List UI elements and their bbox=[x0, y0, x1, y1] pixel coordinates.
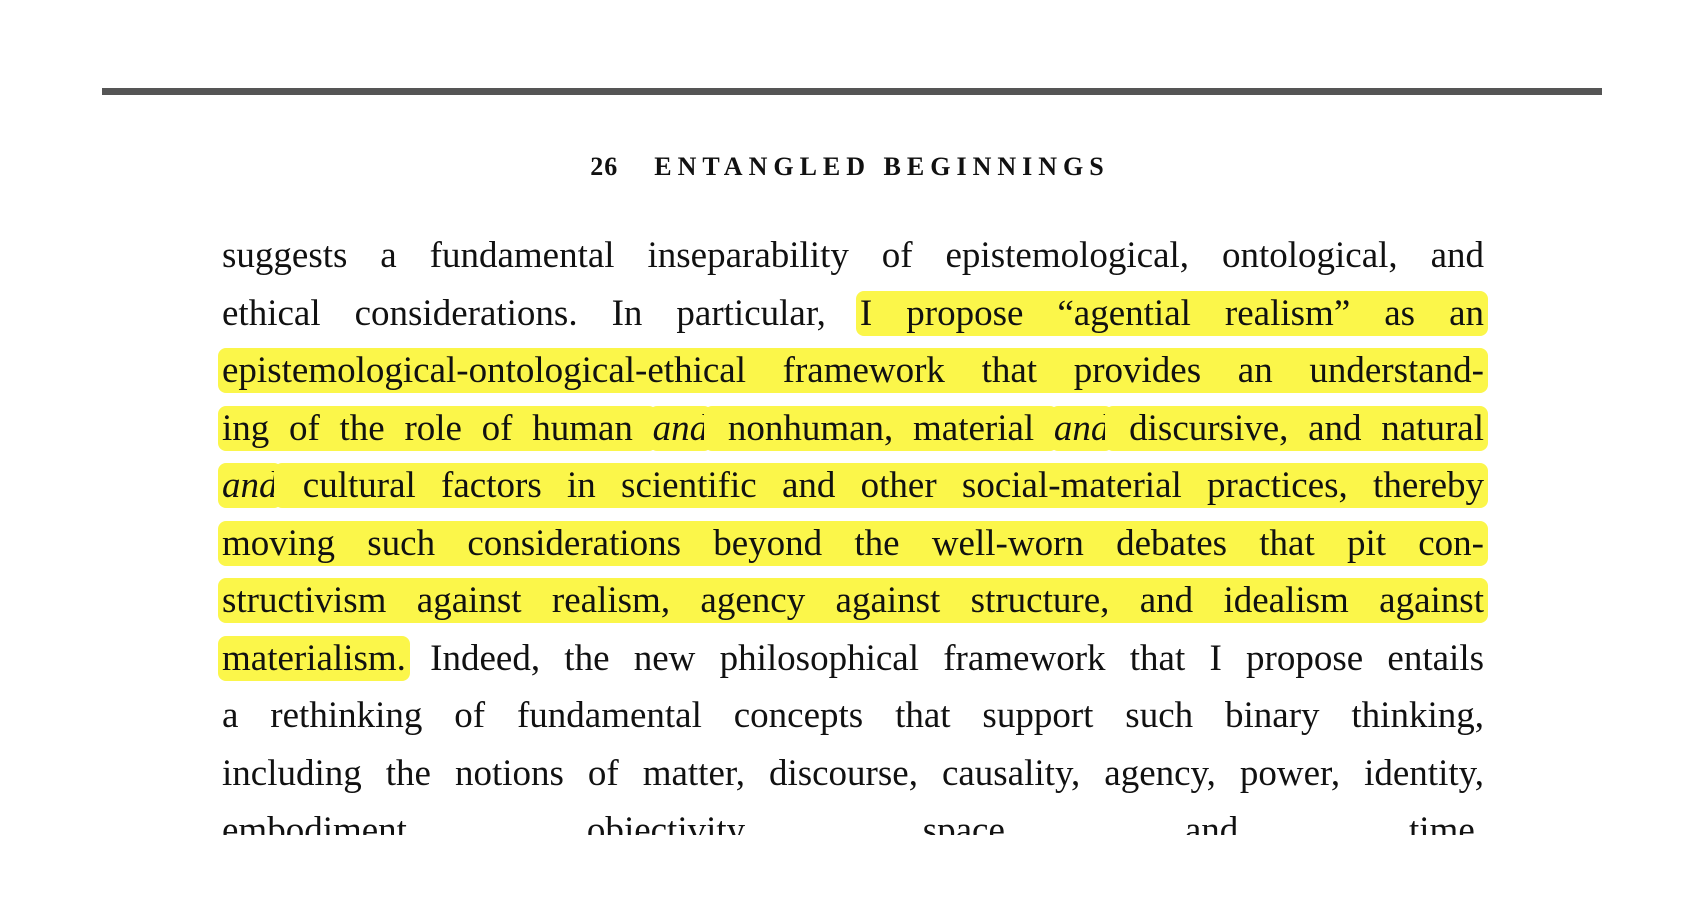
text-line: and cultural factors in scientific and o… bbox=[218, 457, 1488, 515]
text-line: moving such considerations beyond the we… bbox=[218, 515, 1488, 573]
highlighted-text: structivism against realism, agency agai… bbox=[218, 578, 1488, 623]
text-line: including the notions of matter, discour… bbox=[222, 745, 1484, 803]
highlighted-text: ing of the role of human bbox=[218, 405, 657, 451]
text-line: a rethinking of fundamental concepts tha… bbox=[222, 687, 1484, 745]
text-viewport: suggests a fundamental inseparability of… bbox=[102, 215, 1602, 835]
highlighted-text: I propose “agential realism” as an bbox=[855, 290, 1488, 336]
text-span: Indeed, the new philosophical framework … bbox=[405, 637, 1484, 679]
text-span: suggests a fundamental inseparability of… bbox=[222, 235, 1484, 276]
document-page: 26 ENTANGLED BEGINNINGS suggests a fundam… bbox=[0, 0, 1700, 900]
text-line: suggests a fundamental inseparability of… bbox=[222, 227, 1484, 285]
text-line: materialism. Indeed, the new philosophic… bbox=[218, 630, 1484, 688]
highlighted-text: cultural factors in scientific and other… bbox=[273, 463, 1488, 508]
body-paragraph: suggests a fundamental inseparability of… bbox=[218, 227, 1488, 835]
running-title: ENTANGLED BEGINNINGS bbox=[654, 152, 1110, 181]
text-line: embodiment, objectivity, space, and time… bbox=[222, 802, 1484, 835]
highlighted-text: and bbox=[218, 463, 282, 508]
highlighted-text: and bbox=[1049, 405, 1114, 451]
text-span: ethical considerations. In particular, bbox=[222, 292, 860, 334]
text-line: ethical considerations. In particular, I… bbox=[222, 285, 1488, 343]
highlighted-text: and bbox=[648, 405, 713, 451]
page-number: 26 bbox=[590, 152, 619, 181]
text-line: epistemological-ontological-ethical fram… bbox=[218, 342, 1488, 400]
highlighted-text: materialism. bbox=[218, 635, 410, 681]
highlighted-text: moving such considerations beyond the we… bbox=[218, 520, 1488, 566]
text-line: ing of the role of human and nonhuman, m… bbox=[218, 400, 1488, 458]
highlighted-text: nonhuman, material bbox=[704, 405, 1058, 451]
text-span: embodiment, objectivity, space, and time… bbox=[222, 810, 1484, 835]
text-line: structivism against realism, agency agai… bbox=[218, 572, 1488, 630]
top-rule bbox=[102, 88, 1602, 95]
running-head: 26 ENTANGLED BEGINNINGS bbox=[0, 152, 1700, 182]
text-span: a rethinking of fundamental concepts tha… bbox=[222, 695, 1484, 736]
highlighted-text: discursive, and natural bbox=[1105, 405, 1488, 451]
highlighted-text: epistemological-ontological-ethical fram… bbox=[218, 348, 1488, 393]
text-span: including the notions of matter, discour… bbox=[222, 752, 1484, 794]
